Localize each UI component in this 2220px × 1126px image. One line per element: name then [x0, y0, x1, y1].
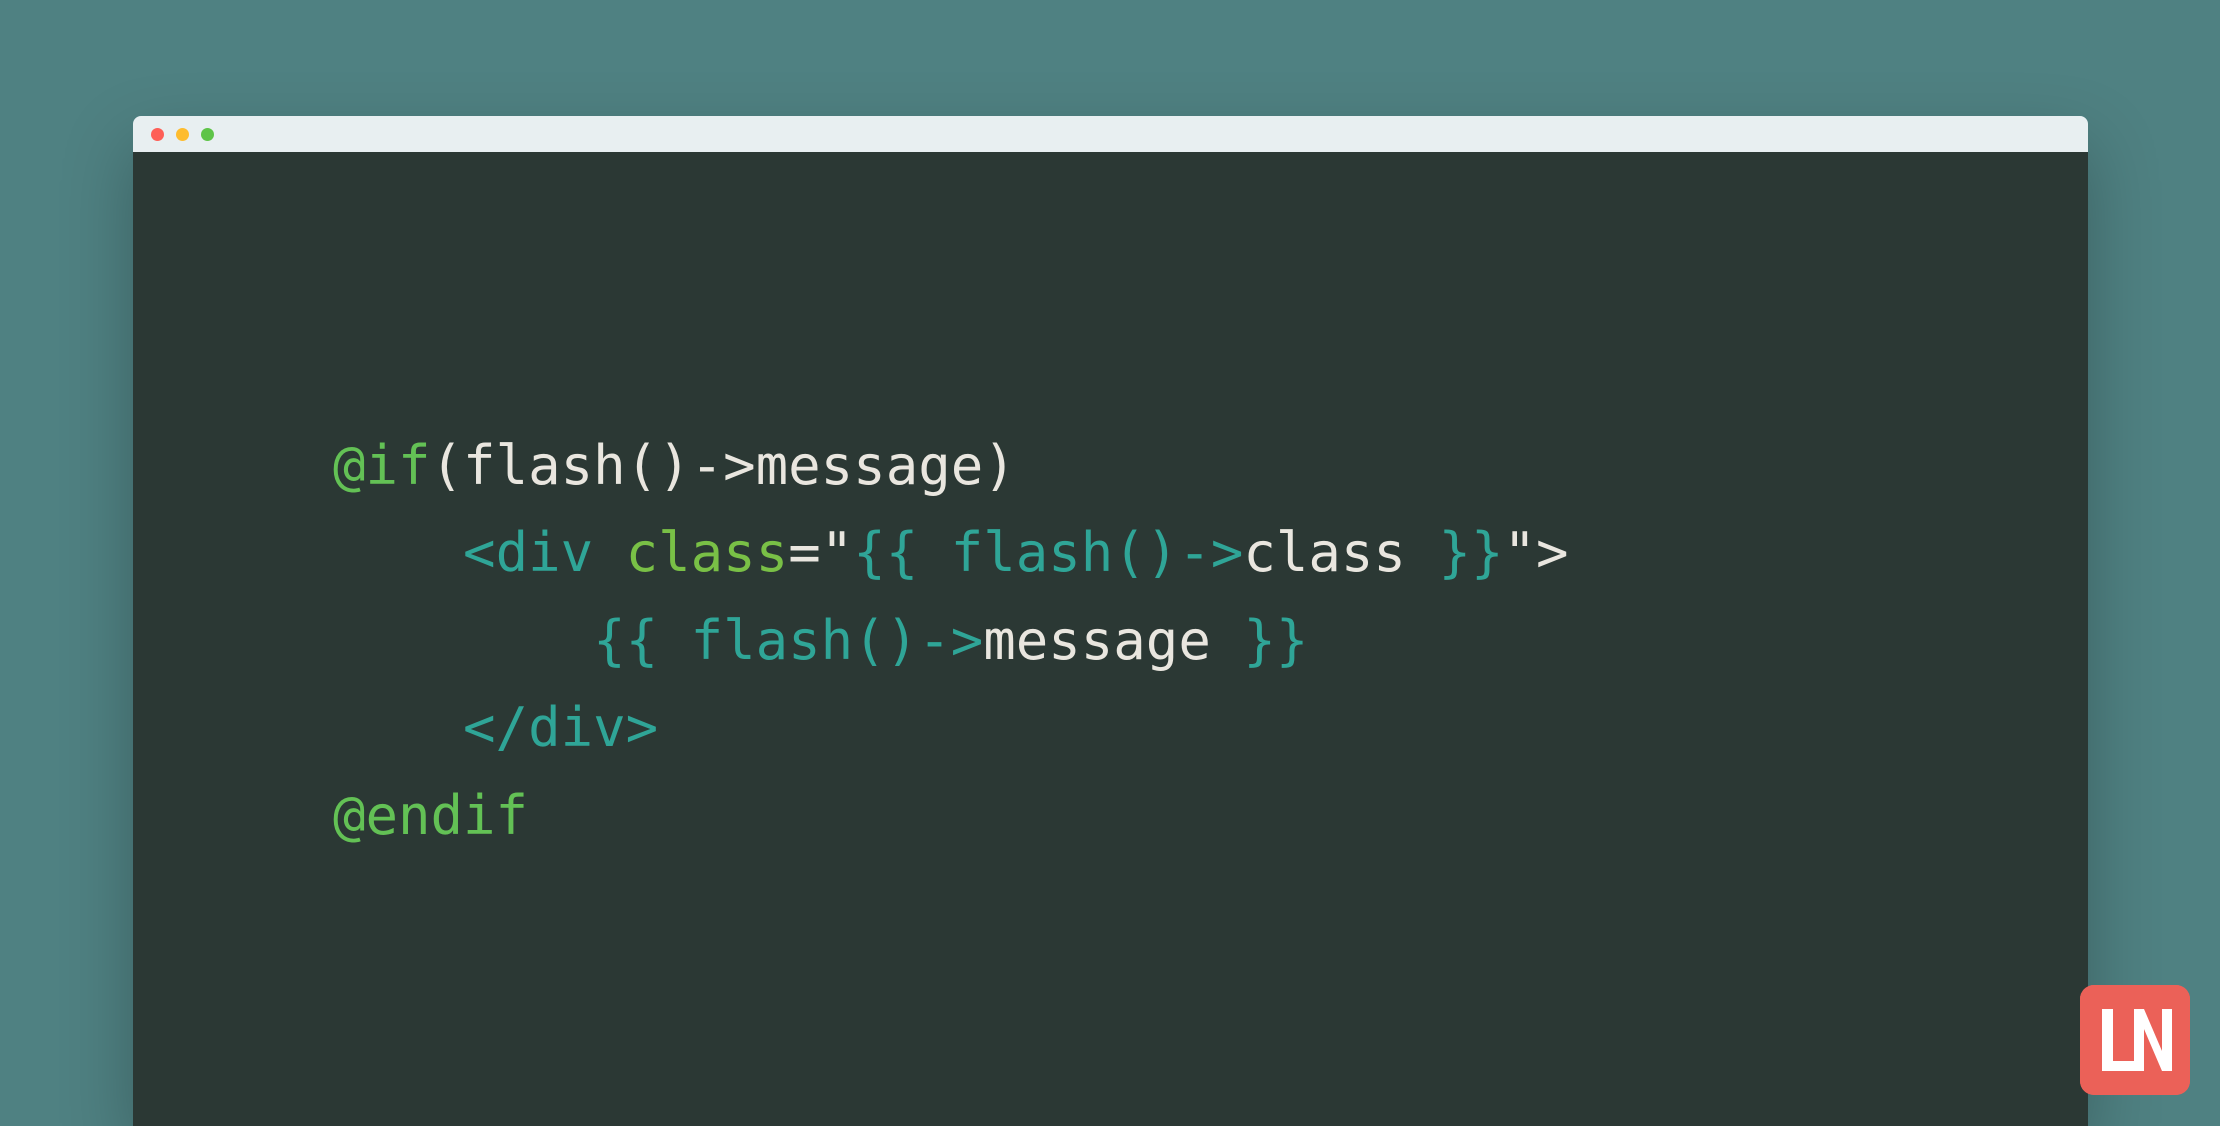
- attr-class: class: [626, 521, 789, 584]
- code-text: ">: [1503, 521, 1568, 584]
- code-expr: flash()->: [691, 609, 984, 672]
- directive-endif: @endif: [333, 784, 528, 847]
- code-block: @if(flash()->message) <div class="{{ fla…: [333, 422, 2088, 859]
- ln-logo-icon: [2080, 985, 2190, 1095]
- window-titlebar: [133, 116, 2088, 152]
- directive-if: @if: [333, 434, 431, 497]
- stage: @if(flash()->message) <div class="{{ fla…: [0, 0, 2220, 1125]
- tag-close-open: </: [463, 696, 528, 759]
- tag-name-div: div: [528, 696, 626, 759]
- zoom-icon[interactable]: [201, 128, 214, 141]
- code-text: (flash()->message): [431, 434, 1016, 497]
- tag-close-angle: >: [626, 696, 659, 759]
- code-prop: message: [983, 609, 1211, 672]
- blade-open: {{: [593, 609, 691, 672]
- code-expr: flash()->: [951, 521, 1244, 584]
- code-text: =": [788, 521, 853, 584]
- tag-open-angle: <: [463, 521, 496, 584]
- indent: [333, 696, 463, 759]
- indent: [333, 609, 593, 672]
- close-icon[interactable]: [151, 128, 164, 141]
- space: [593, 521, 626, 584]
- code-prop: class: [1243, 521, 1406, 584]
- brand-logo: [2080, 985, 2190, 1095]
- indent: [333, 521, 463, 584]
- blade-open: {{: [853, 521, 951, 584]
- code-editor: @if(flash()->message) <div class="{{ fla…: [133, 152, 2088, 1126]
- code-window: @if(flash()->message) <div class="{{ fla…: [133, 116, 2088, 1126]
- tag-name-div: div: [496, 521, 594, 584]
- minimize-icon[interactable]: [176, 128, 189, 141]
- blade-close: }}: [1211, 609, 1309, 672]
- blade-close: }}: [1406, 521, 1504, 584]
